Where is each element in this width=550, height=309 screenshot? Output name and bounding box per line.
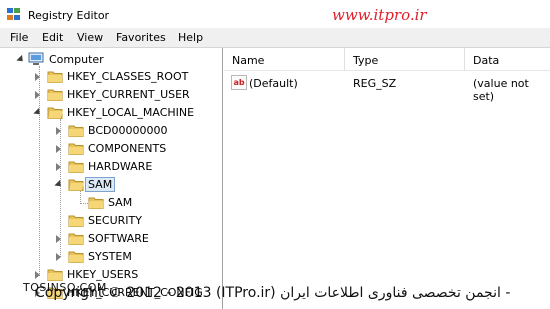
column-header-name[interactable]: Name xyxy=(224,48,345,71)
folder-icon xyxy=(47,71,63,83)
folder-icon xyxy=(68,125,84,137)
menu-bar: File Edit View Favorites Help xyxy=(0,28,550,48)
folder-icon xyxy=(68,233,84,245)
registry-tree[interactable]: Computer HKEY_CLASSES_ROOT HKEY_CURRENT_… xyxy=(0,48,223,309)
computer-icon xyxy=(28,52,44,65)
expand-arrow-icon[interactable] xyxy=(35,271,40,279)
tree-node-label: HKEY_LOCAL_MACHINE xyxy=(67,106,195,119)
value-name: (Default) xyxy=(249,77,298,90)
expand-arrow-icon[interactable] xyxy=(56,163,61,171)
expand-arrow-icon[interactable] xyxy=(56,145,61,153)
expand-arrow-icon[interactable] xyxy=(35,91,40,99)
menu-help[interactable]: Help xyxy=(178,31,203,44)
tree-node-label: HARDWARE xyxy=(88,160,153,173)
folder-icon xyxy=(68,161,84,173)
string-value-icon: ab xyxy=(231,75,247,90)
menu-edit[interactable]: Edit xyxy=(42,31,63,44)
folder-icon xyxy=(68,251,84,263)
watermark-bottom: Copyright © 2012 - 2013 (ITPro.ir) انجمن… xyxy=(35,285,511,301)
folder-open-icon xyxy=(68,179,84,191)
tree-node-label: SOFTWARE xyxy=(88,232,149,245)
tree-node-label: COMPONENTS xyxy=(88,142,167,155)
folder-icon xyxy=(88,197,104,209)
value-row[interactable]: ab (Default) REG_SZ (value not set) xyxy=(224,75,550,103)
expand-arrow-icon[interactable] xyxy=(35,73,40,81)
folder-icon xyxy=(47,269,63,281)
tree-connector xyxy=(80,203,88,204)
tree-node-label: HKEY_USERS xyxy=(67,268,139,281)
tree-node-label: HKEY_CLASSES_ROOT xyxy=(67,70,189,83)
expand-arrow-icon[interactable] xyxy=(56,127,61,135)
folder-icon xyxy=(68,143,84,155)
collapse-arrow-icon[interactable] xyxy=(33,107,43,118)
tree-node-label: HKEY_CURRENT_USER xyxy=(67,88,190,101)
tree-node-label: Computer xyxy=(49,53,104,66)
menu-view[interactable]: View xyxy=(77,31,103,44)
values-list[interactable]: Name Type Data ab (Default) REG_SZ (valu… xyxy=(224,48,550,309)
folder-icon xyxy=(68,215,84,227)
tree-node-label: SAM xyxy=(84,177,116,192)
menu-file[interactable]: File xyxy=(10,31,28,44)
window-title: Registry Editor xyxy=(28,9,110,22)
collapse-arrow-icon[interactable] xyxy=(16,54,26,65)
tree-node-label: SAM xyxy=(108,196,133,209)
tree-connector xyxy=(80,190,81,204)
expand-arrow-icon[interactable] xyxy=(56,253,61,261)
watermark-top: www.itpro.ir xyxy=(332,6,427,24)
tree-node-label: SYSTEM xyxy=(88,250,132,263)
menu-favorites[interactable]: Favorites xyxy=(116,31,166,44)
expand-arrow-icon[interactable] xyxy=(56,235,61,243)
collapse-arrow-icon[interactable] xyxy=(54,179,64,190)
tree-node-label: BCD00000000 xyxy=(88,124,168,137)
column-header-data[interactable]: Data xyxy=(465,48,550,71)
value-type: REG_SZ xyxy=(353,77,397,90)
title-bar: Registry Editor www.itpro.ir xyxy=(0,0,550,28)
folder-open-icon xyxy=(47,107,63,119)
value-data: (value not set) xyxy=(473,77,529,103)
tree-node-label: SECURITY xyxy=(88,214,142,227)
column-header-type[interactable]: Type xyxy=(345,48,465,71)
registry-editor-icon xyxy=(7,8,20,20)
folder-icon xyxy=(47,89,63,101)
